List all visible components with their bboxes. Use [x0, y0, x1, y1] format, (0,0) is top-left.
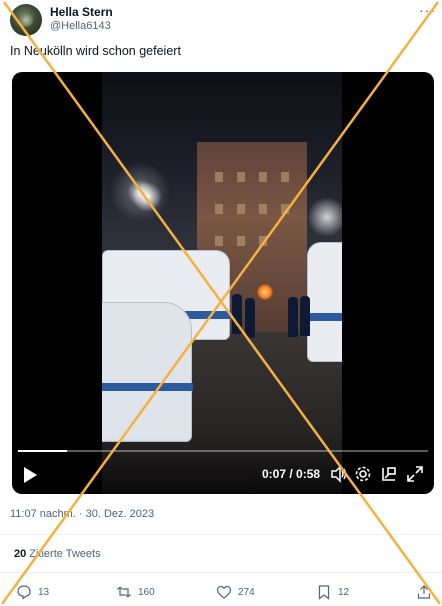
- video-frame: [102, 72, 342, 494]
- video-controls: 0:07 / 0:58: [12, 438, 434, 494]
- divider: [0, 572, 442, 573]
- video-timecode: 0:07 / 0:58: [262, 467, 321, 481]
- reply-icon: [17, 585, 31, 600]
- pip-icon[interactable]: [380, 465, 398, 483]
- settings-icon[interactable]: [354, 465, 372, 483]
- reply-count: 13: [38, 586, 50, 598]
- tweet-text: In Neukölln wird schon gefeiert: [10, 44, 181, 58]
- fullscreen-icon[interactable]: [406, 465, 424, 483]
- author-name[interactable]: Hella Stern: [50, 5, 113, 19]
- video-player[interactable]: 0:07 / 0:58: [12, 72, 434, 494]
- police-van: [102, 302, 193, 442]
- reply-button[interactable]: 13: [16, 583, 49, 601]
- like-button[interactable]: 274: [216, 583, 255, 601]
- police-van: [307, 242, 342, 362]
- share-icon: [417, 585, 431, 599]
- heart-icon: [216, 585, 232, 599]
- bookmark-count: 12: [338, 586, 350, 598]
- bookmark-icon: [318, 585, 330, 600]
- quote-count: 20: [14, 548, 27, 560]
- fire: [257, 284, 273, 300]
- video-progress-fill: [18, 450, 68, 452]
- play-icon[interactable]: [22, 466, 38, 484]
- person: [245, 298, 255, 338]
- share-button[interactable]: [416, 583, 432, 601]
- volume-icon[interactable]: [330, 465, 348, 483]
- author-handle[interactable]: @Hella6143: [50, 20, 111, 32]
- retweet-count: 160: [138, 586, 155, 598]
- divider: [0, 534, 442, 535]
- person: [288, 297, 298, 337]
- action-bar: 13 160 274 12: [0, 580, 442, 604]
- avatar[interactable]: [10, 4, 42, 36]
- retweet-button[interactable]: 160: [116, 583, 155, 601]
- person: [300, 296, 310, 336]
- quote-tweets-link[interactable]: 20 Zitierte Tweets: [14, 548, 101, 560]
- retweet-icon: [117, 586, 131, 598]
- quote-label: Zitierte Tweets: [29, 548, 101, 560]
- more-dots-icon[interactable]: ···: [419, 2, 436, 18]
- tweet-header: Hella Stern @Hella6143 ···: [0, 0, 442, 40]
- tweet-timestamp[interactable]: 11:07 nachm. · 30. Dez. 2023: [10, 508, 154, 520]
- video-progress-bar[interactable]: [18, 450, 428, 452]
- person: [232, 294, 242, 334]
- bookmark-button[interactable]: 12: [316, 583, 349, 601]
- like-count: 274: [238, 586, 255, 598]
